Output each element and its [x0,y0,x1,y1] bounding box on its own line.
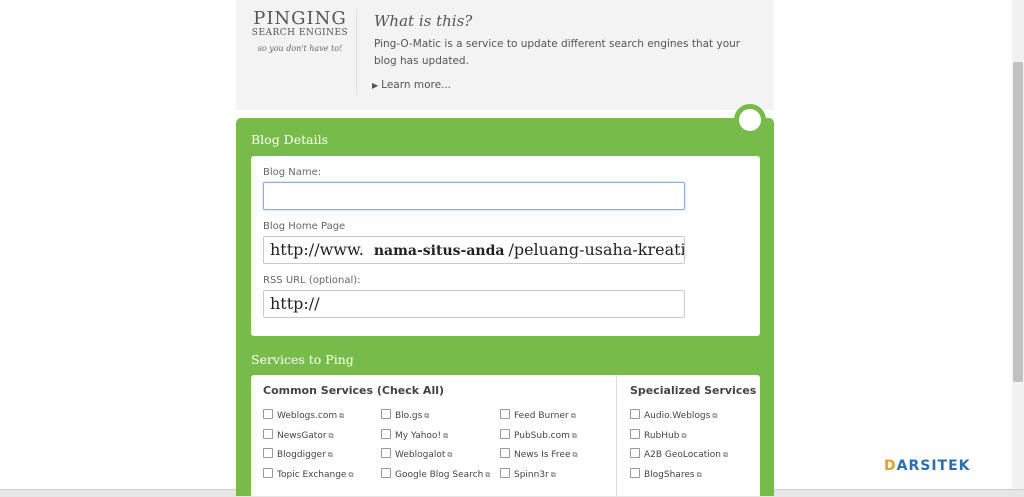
blog-details-title: Blog Details [251,132,328,147]
external-link-icon: ⧉ [571,432,577,440]
checkbox[interactable] [381,448,391,458]
home-page-domain: nama-situs-anda [373,243,505,259]
learn-more-link[interactable]: ▶ Learn more... [372,79,451,91]
service-checkbox[interactable]: NewsGator ⧉ [263,429,334,441]
service-label: Google Blog Search [395,470,484,480]
external-link-icon: ⧉ [328,432,334,440]
service-label: A2B GeoLocation [644,450,722,460]
watermark-d: D [884,458,897,474]
logo-subtitle: SEARCH ENGINES [251,28,349,38]
service-checkbox[interactable]: Weblogs.com ⧉ [263,409,344,421]
services-title: Services to Ping [251,352,354,367]
watermark-text: ARSITEK [896,458,971,474]
external-link-icon: ⧉ [447,451,453,459]
external-link-icon: ⧉ [339,412,345,420]
checkbox[interactable] [630,448,640,458]
common-services-heading[interactable]: Common Services (Check All) [263,384,444,397]
external-link-icon: ⧉ [681,432,687,440]
what-is-this-description: Ping-O-Matic is a service to update diff… [374,38,741,67]
specialized-services-heading: Specialized Services [630,384,757,397]
checkbox[interactable] [500,429,510,439]
checkbox[interactable] [500,468,510,478]
checkbox[interactable] [263,448,273,458]
service-checkbox[interactable]: Audio.Weblogs ⧉ [630,409,717,421]
service-label: Feed Burner [514,411,569,421]
external-link-icon: ⧉ [348,471,354,479]
service-checkbox[interactable]: Feed Burner ⧉ [500,409,576,421]
service-label: Audio.Weblogs [644,411,711,421]
circle-decoration-icon [734,104,766,136]
checkbox[interactable] [630,468,640,478]
external-link-icon: ⧉ [572,451,578,459]
service-label: RubHub [644,431,680,441]
checkbox[interactable] [381,409,391,419]
checkbox[interactable] [263,468,273,478]
service-checkbox[interactable]: Blo.gs ⧉ [381,409,429,421]
blog-form-panel: Blog Details Blog Name: Blog Home Page h… [236,104,774,496]
service-label: NewsGator [277,431,327,441]
common-services-column: Common Services (Check All) Weblogs.com ⧉… [251,375,617,496]
blog-name-label: Blog Name: [263,167,322,178]
pinging-logo[interactable]: PINGING SEARCH ENGINES so you don't have… [250,8,350,53]
header-panel: PINGING SEARCH ENGINES so you don't have… [236,0,774,110]
service-checkbox[interactable]: Spinn3r ⧉ [500,468,556,480]
service-label: Blogdigger [277,450,326,460]
triangle-right-icon: ▶ [372,81,379,90]
external-link-icon: ⧉ [485,471,491,479]
blog-name-input[interactable] [263,182,685,210]
service-checkbox[interactable]: RubHub ⧉ [630,429,686,441]
blog-details-box: Blog Name: Blog Home Page http://www. nam… [251,156,760,336]
service-label: Topic Exchange [277,470,347,480]
checkbox[interactable] [381,429,391,439]
home-page-prefix: http://www. [270,240,364,259]
what-is-this-title: What is this? [374,12,473,30]
external-link-icon: ⧉ [570,412,576,420]
service-checkbox[interactable]: Weblogalot ⧉ [381,448,452,460]
service-label: News Is Free [514,450,571,460]
service-checkbox[interactable]: BlogShares ⧉ [630,468,702,480]
services-box: Common Services (Check All) Weblogs.com ⧉… [251,375,760,496]
service-label: My Yahoo! [395,431,442,441]
checkbox[interactable] [263,429,273,439]
service-checkbox[interactable]: My Yahoo! ⧉ [381,429,448,441]
service-label: Weblogs.com [277,411,338,421]
external-link-icon: ⧉ [327,451,333,459]
learn-more-label: Learn more... [381,79,452,91]
service-label: PubSub.com [514,431,570,441]
checkbox[interactable] [500,448,510,458]
service-checkbox[interactable]: Blogdigger ⧉ [263,448,333,460]
external-link-icon: ⧉ [424,412,430,420]
rss-url-input[interactable]: http:// [263,290,685,318]
service-checkbox[interactable]: Google Blog Search ⧉ [381,468,490,480]
service-label: Blo.gs [395,411,423,421]
service-checkbox[interactable]: News Is Free ⧉ [500,448,577,460]
checkbox[interactable] [500,409,510,419]
header-divider [356,10,357,94]
scrollbar-thumb[interactable] [1013,62,1023,382]
checkbox[interactable] [263,409,273,419]
checkbox[interactable] [381,468,391,478]
blog-home-page-input[interactable]: http://www. nama-situs-anda/peluang-usaha… [263,236,685,264]
darsitek-watermark: DARSITEK [884,458,971,474]
service-label: Spinn3r [514,470,549,480]
external-link-icon: ⧉ [696,471,702,479]
checkbox[interactable] [630,429,640,439]
service-checkbox[interactable]: Topic Exchange ⧉ [263,468,353,480]
specialized-services-column: Specialized Services Audio.Weblogs ⧉ RubH… [617,375,760,496]
rss-url-label: RSS URL (optional): [263,275,361,286]
vertical-scrollbar[interactable] [1012,0,1024,496]
service-label: BlogShares [644,470,695,480]
checkbox[interactable] [630,409,640,419]
external-link-icon: ⧉ [712,412,718,420]
logo-tagline: so you don't have to! [257,44,343,53]
external-link-icon: ⧉ [443,432,449,440]
external-link-icon: ⧉ [550,471,556,479]
service-checkbox[interactable]: A2B GeoLocation ⧉ [630,448,728,460]
logo-title: PINGING [253,8,347,29]
blog-home-page-label: Blog Home Page [263,221,346,232]
service-label: Weblogalot [395,450,446,460]
home-page-path: /peluang-usaha-kreatif-u [508,240,685,259]
service-checkbox[interactable]: PubSub.com ⧉ [500,429,577,441]
external-link-icon: ⧉ [723,451,729,459]
